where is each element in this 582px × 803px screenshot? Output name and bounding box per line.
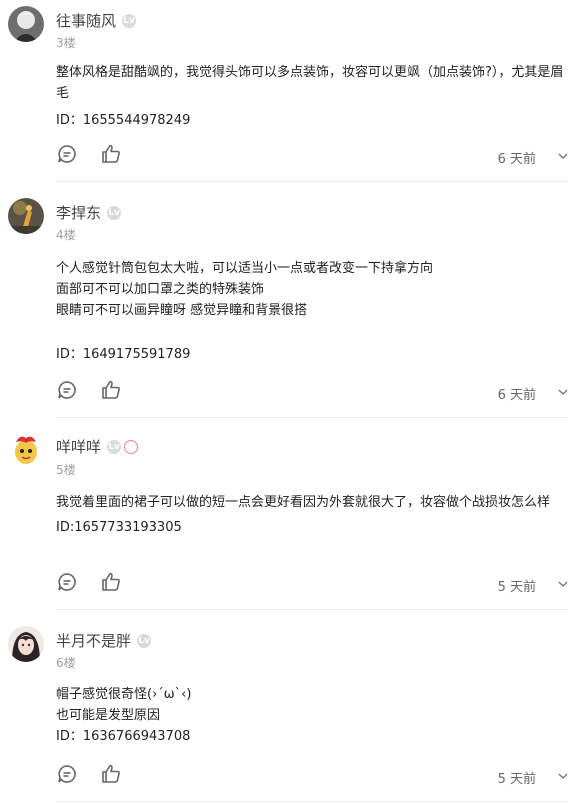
more-options-icon[interactable] xyxy=(556,769,570,783)
more-options-icon[interactable] xyxy=(556,385,570,399)
comment-body: 整体风格是甜酷飒的，我觉得头饰可以多点装饰，妆容可以更飒（加点装饰?），尤其是眉… xyxy=(56,62,568,131)
floor-label: 3楼 xyxy=(56,36,76,50)
comment-line: 整体风格是甜酷飒的，我觉得头饰可以多点装饰，妆容可以更飒（加点装饰?），尤其是眉… xyxy=(56,65,564,101)
comment-line: ID：1655544978249 xyxy=(56,113,191,128)
username-text[interactable]: 半月不是胖 xyxy=(56,632,131,650)
comment-line: 面部可不可以加口罩之类的特殊装饰 xyxy=(56,282,265,297)
comment-line: ID:1657733193305 xyxy=(56,520,182,535)
level-badge-icon: Lv xyxy=(122,13,137,28)
thumbs-up-icon[interactable] xyxy=(100,571,122,593)
level-badge-icon: Lv xyxy=(107,439,122,454)
timestamp: 6 天前 xyxy=(497,152,536,167)
username[interactable]: 往事随风 Lv xyxy=(56,10,137,31)
avatar[interactable] xyxy=(8,198,44,234)
comment-item: 李捍东 Lv 4楼 个人感觉针筒包包太大啦，可以适当小一点或者改变一下持拿方向 面… xyxy=(0,182,582,418)
comment-bubble-icon[interactable] xyxy=(56,571,78,593)
comment-line: 个人感觉针筒包包太大啦，可以适当小一点或者改变一下持拿方向 xyxy=(56,261,434,276)
timestamp: 6 天前 xyxy=(497,388,536,403)
floor-label: 4楼 xyxy=(56,228,76,242)
timestamp: 5 天前 xyxy=(497,772,536,787)
username[interactable]: 李捍东 Lv xyxy=(56,202,122,223)
avatar[interactable] xyxy=(8,432,44,468)
comment-line: 眼睛可不可以画异瞳呀 感觉异瞳和背景很搭 xyxy=(56,303,308,318)
comment-body: 个人感觉针筒包包太大啦，可以适当小一点或者改变一下持拿方向 面部可不可以加口罩之… xyxy=(56,258,568,365)
thumbs-up-icon[interactable] xyxy=(100,143,122,165)
comment-line: ID：1649175591789 xyxy=(56,347,191,362)
comment-body: 我觉着里面的裙子可以做的短一点会更好看因为外套就很大了，妆容做个战损妆怎么样 I… xyxy=(56,492,568,538)
comment-actions xyxy=(56,379,568,403)
level-badge-icon: Lv xyxy=(137,633,152,648)
comment-bubble-icon[interactable] xyxy=(56,143,78,165)
username-text[interactable]: 李捍东 xyxy=(56,204,101,222)
comment-item: 半月不是胖 Lv 6楼 帽子感觉很奇怪(›´ω`‹) 也可能是发型原因 ID：16… xyxy=(0,610,582,803)
comment-line: 帽子感觉很奇怪(›´ω`‹) xyxy=(56,687,192,702)
comment-line xyxy=(56,321,568,342)
level-badge-icon: Lv xyxy=(107,205,122,220)
comment-item: 往事随风 Lv 3楼 整体风格是甜酷飒的，我觉得头饰可以多点装饰，妆容可以更飒（加… xyxy=(0,0,582,182)
username-text[interactable]: 咩咩咩 xyxy=(56,438,101,456)
more-options-icon[interactable] xyxy=(556,577,570,591)
timestamp: 5 天前 xyxy=(497,580,536,595)
vip-badge-icon xyxy=(124,439,139,454)
comment-bubble-icon[interactable] xyxy=(56,763,78,785)
username[interactable]: 半月不是胖 Lv xyxy=(56,630,152,651)
comment-actions xyxy=(56,763,568,787)
comment-line: ID：1636766943708 xyxy=(56,729,191,744)
floor-label: 5楼 xyxy=(56,463,76,477)
username[interactable]: 咩咩咩 Lv xyxy=(56,436,139,457)
comment-line: 我觉着里面的裙子可以做的短一点会更好看因为外套就很大了，妆容做个战损妆怎么样 xyxy=(56,495,551,510)
comment-actions xyxy=(56,143,568,167)
comment-body: 帽子感觉很奇怪(›´ω`‹) 也可能是发型原因 ID：1636766943708 xyxy=(56,684,568,747)
divider xyxy=(56,801,568,802)
comment-actions xyxy=(56,571,568,595)
avatar[interactable] xyxy=(8,626,44,662)
username-text[interactable]: 往事随风 xyxy=(56,12,116,30)
floor-label: 6楼 xyxy=(56,656,76,670)
avatar[interactable] xyxy=(8,6,44,42)
comment-line: 也可能是发型原因 xyxy=(56,708,161,723)
comment-item: 咩咩咩 Lv 5楼 我觉着里面的裙子可以做的短一点会更好看因为外套就很大了，妆容做… xyxy=(0,418,582,610)
comment-bubble-icon[interactable] xyxy=(56,379,78,401)
thumbs-up-icon[interactable] xyxy=(100,763,122,785)
more-options-icon[interactable] xyxy=(556,149,570,163)
thumbs-up-icon[interactable] xyxy=(100,379,122,401)
